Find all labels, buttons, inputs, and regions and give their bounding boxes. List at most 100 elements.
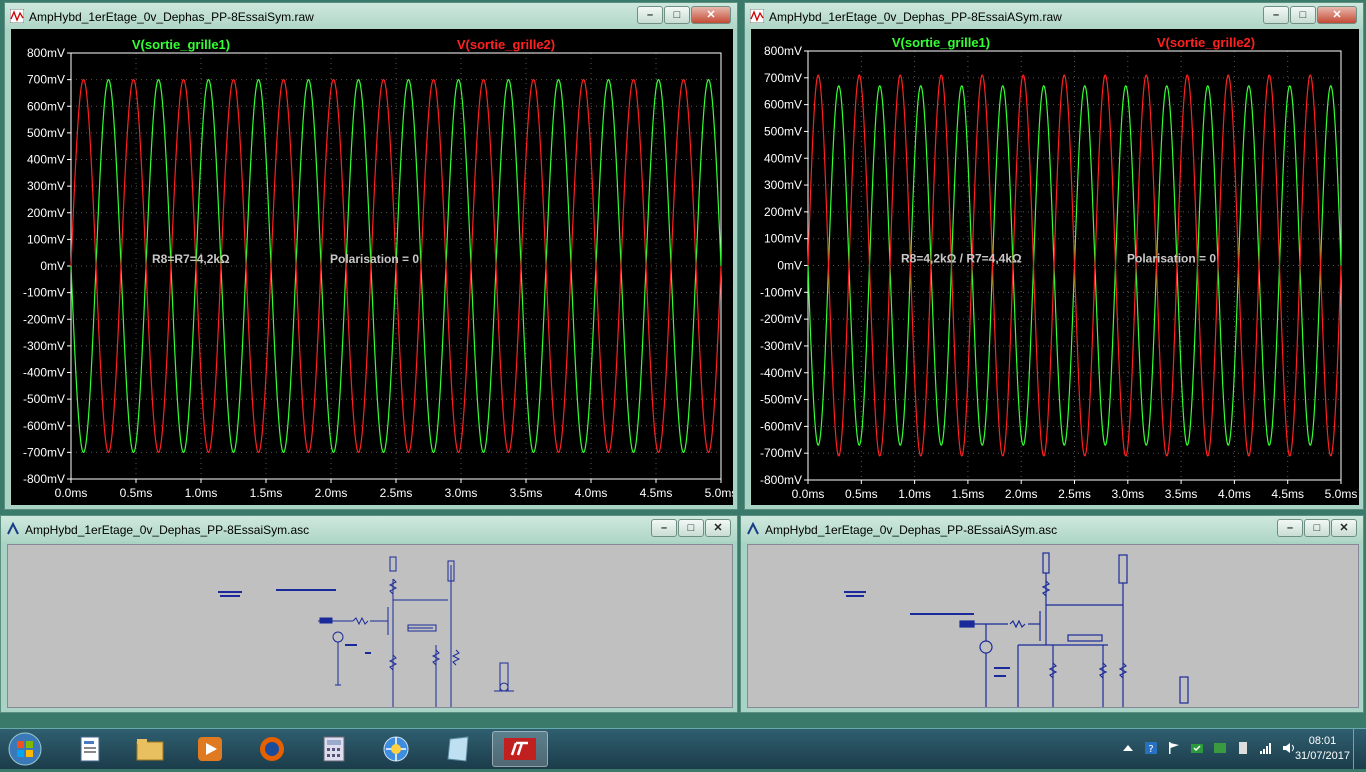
plot-window-right[interactable]: AmpHybd_1erEtage_0v_Dephas_PP-8EssaiASym… [744,2,1364,510]
maximize-button[interactable]: □ [678,519,704,537]
x-tick-label: 3.5ms [510,486,543,500]
maximize-button[interactable]: □ [1304,519,1330,537]
trace-sortie-grille2 [70,78,722,454]
x-tick-label: 3.0ms [1111,487,1144,501]
x-tick-label: 1.5ms [952,487,985,501]
waveform-plot-right[interactable]: 800mV 700mV 600mV 500mV 400mV 300mV 200mV 100mV… [751,29,1359,505]
system-tray: ? [1121,741,1296,755]
help-icon[interactable]: ? [1144,741,1158,755]
x-tick-label: 1.0ms [185,486,218,500]
x-tick-label: 3.0ms [445,486,478,500]
legend-trace1-label: V(sortie_grille1) [132,37,230,52]
minimize-button[interactable]: – [1263,6,1289,24]
taskbar-app-calculator[interactable] [306,731,362,767]
annotation-polarisation: Polarisation = 0 [1127,252,1216,266]
y-tick-label: 600mV [27,99,65,113]
start-button[interactable] [4,731,46,767]
signal-strength-icon[interactable] [1259,741,1273,755]
y-tick-label: -800mV [760,473,802,487]
calculator-icon [323,736,345,762]
taskbar-app-notes[interactable] [430,731,486,767]
schematic-window-right-titlebar[interactable]: AmpHybd_1erEtage_0v_Dephas_PP-8EssaiASym… [741,516,1363,542]
legend-trace2-label: V(sortie_grille2) [1157,35,1255,50]
action-center-flag-icon[interactable] [1167,741,1181,755]
schematic-window-right[interactable]: AmpHybd_1erEtage_0v_Dephas_PP-8EssaiASym… [740,515,1364,713]
annotation-resistors: R8=R7=4,2kΩ [152,252,230,266]
y-tick-label: 200mV [764,205,802,219]
taskbar-app-globe[interactable] [368,731,424,767]
schematic-window-right-title: AmpHybd_1erEtage_0v_Dephas_PP-8EssaiASym… [765,523,1058,537]
y-tick-label: -200mV [23,312,65,326]
y-tick-label: -100mV [760,285,802,299]
schematic-window-left[interactable]: AmpHybd_1erEtage_0v_Dephas_PP-8EssaiSym.… [0,515,738,713]
ltspice-schematic-icon [747,522,759,535]
globe-icon [383,736,409,762]
volume-icon[interactable] [1282,741,1296,755]
y-tick-label: 300mV [27,179,65,193]
document-icon [80,736,100,762]
folder-icon [136,739,164,761]
schematic-canvas-right[interactable] [747,544,1359,708]
taskbar-app-media-player[interactable] [182,731,238,767]
schematic-window-left-titlebar[interactable]: AmpHybd_1erEtage_0v_Dephas_PP-8EssaiSym.… [1,516,737,542]
plot-window-right-titlebar[interactable]: AmpHybd_1erEtage_0v_Dephas_PP-8EssaiASym… [745,3,1363,29]
notepad-icon [447,736,469,762]
x-tick-label: 4.0ms [1218,487,1251,501]
y-tick-label: -600mV [23,419,65,433]
clock-date: 31/07/2017 [1294,750,1350,762]
x-tick-label: 0.0ms [792,487,825,501]
close-button[interactable]: ✕ [691,6,731,24]
y-tick-label: 700mV [764,71,802,85]
maximize-button[interactable]: □ [664,6,690,24]
security-icon[interactable] [1213,741,1227,755]
ltspice-waveform-icon [10,9,24,23]
y-tick-label: -200mV [760,312,802,326]
ltspice-waveform-icon [750,9,764,23]
schematic-canvas-left[interactable] [7,544,733,708]
annotation-polarisation: Polarisation = 0 [330,252,419,266]
taskbar-app-explorer[interactable] [122,731,178,767]
update-icon[interactable] [1190,741,1204,755]
device-icon[interactable] [1236,741,1250,755]
taskbar-app-ltspice[interactable] [492,731,548,767]
plot-window-left[interactable]: AmpHybd_1erEtage_0v_Dephas_PP-8EssaiSym.… [4,2,738,510]
media-play-icon [198,737,222,761]
legend-trace1-label: V(sortie_grille1) [892,35,990,50]
x-tick-label: 2.5ms [380,486,413,500]
clock[interactable]: 08:01 31/07/2017 [1295,734,1350,764]
y-tick-label: 500mV [764,124,802,138]
minimize-button[interactable]: – [637,6,663,24]
taskbar-app-firefox[interactable] [244,731,300,767]
y-tick-label: -300mV [23,339,65,353]
y-tick-label: -100mV [23,286,65,300]
waveform-chart-left[interactable]: 800mV 700mV 600mV 500mV 400mV 300mV 200mV 100mV… [11,29,733,505]
x-tick-label: 5.0ms [705,486,733,500]
x-tick-label: 5.0ms [1325,487,1358,501]
close-button[interactable]: ✕ [705,519,731,537]
plot-window-right-title: AmpHybd_1erEtage_0v_Dephas_PP-8EssaiASym… [769,10,1062,24]
show-hidden-icons-icon[interactable] [1121,741,1135,755]
waveform-chart-right[interactable]: 800mV 700mV 600mV 500mV 400mV 300mV 200mV 100mV… [751,29,1359,505]
taskbar-app-wordpad[interactable] [62,731,118,767]
maximize-button[interactable]: □ [1290,6,1316,24]
close-button[interactable]: ✕ [1331,519,1357,537]
minimize-button[interactable]: – [1277,519,1303,537]
y-tick-label: 500mV [27,126,65,140]
y-tick-label: -700mV [23,445,65,459]
y-tick-label: 100mV [764,232,802,246]
y-tick-label: 200mV [27,206,65,220]
waveform-plot-left[interactable]: 800mV 700mV 600mV 500mV 400mV 300mV 200mV 100mV… [11,29,733,505]
plot-window-left-titlebar[interactable]: AmpHybd_1erEtage_0v_Dephas_PP-8EssaiSym.… [5,3,737,29]
minimize-button[interactable]: – [651,519,677,537]
y-tick-label: 0mV [777,259,802,273]
y-tick-label: 700mV [27,73,65,87]
schematic-drawing-left [218,556,514,707]
show-desktop-button[interactable] [1353,729,1366,769]
firefox-icon [260,737,284,761]
y-tick-label: 800mV [27,46,65,60]
y-tick-label: 0mV [40,259,65,273]
x-tick-label: 0.5ms [845,487,878,501]
close-button[interactable]: ✕ [1317,6,1357,24]
x-tick-label: 4.5ms [1271,487,1304,501]
taskbar: ? 08:01 31/07/2017 [0,728,1366,769]
